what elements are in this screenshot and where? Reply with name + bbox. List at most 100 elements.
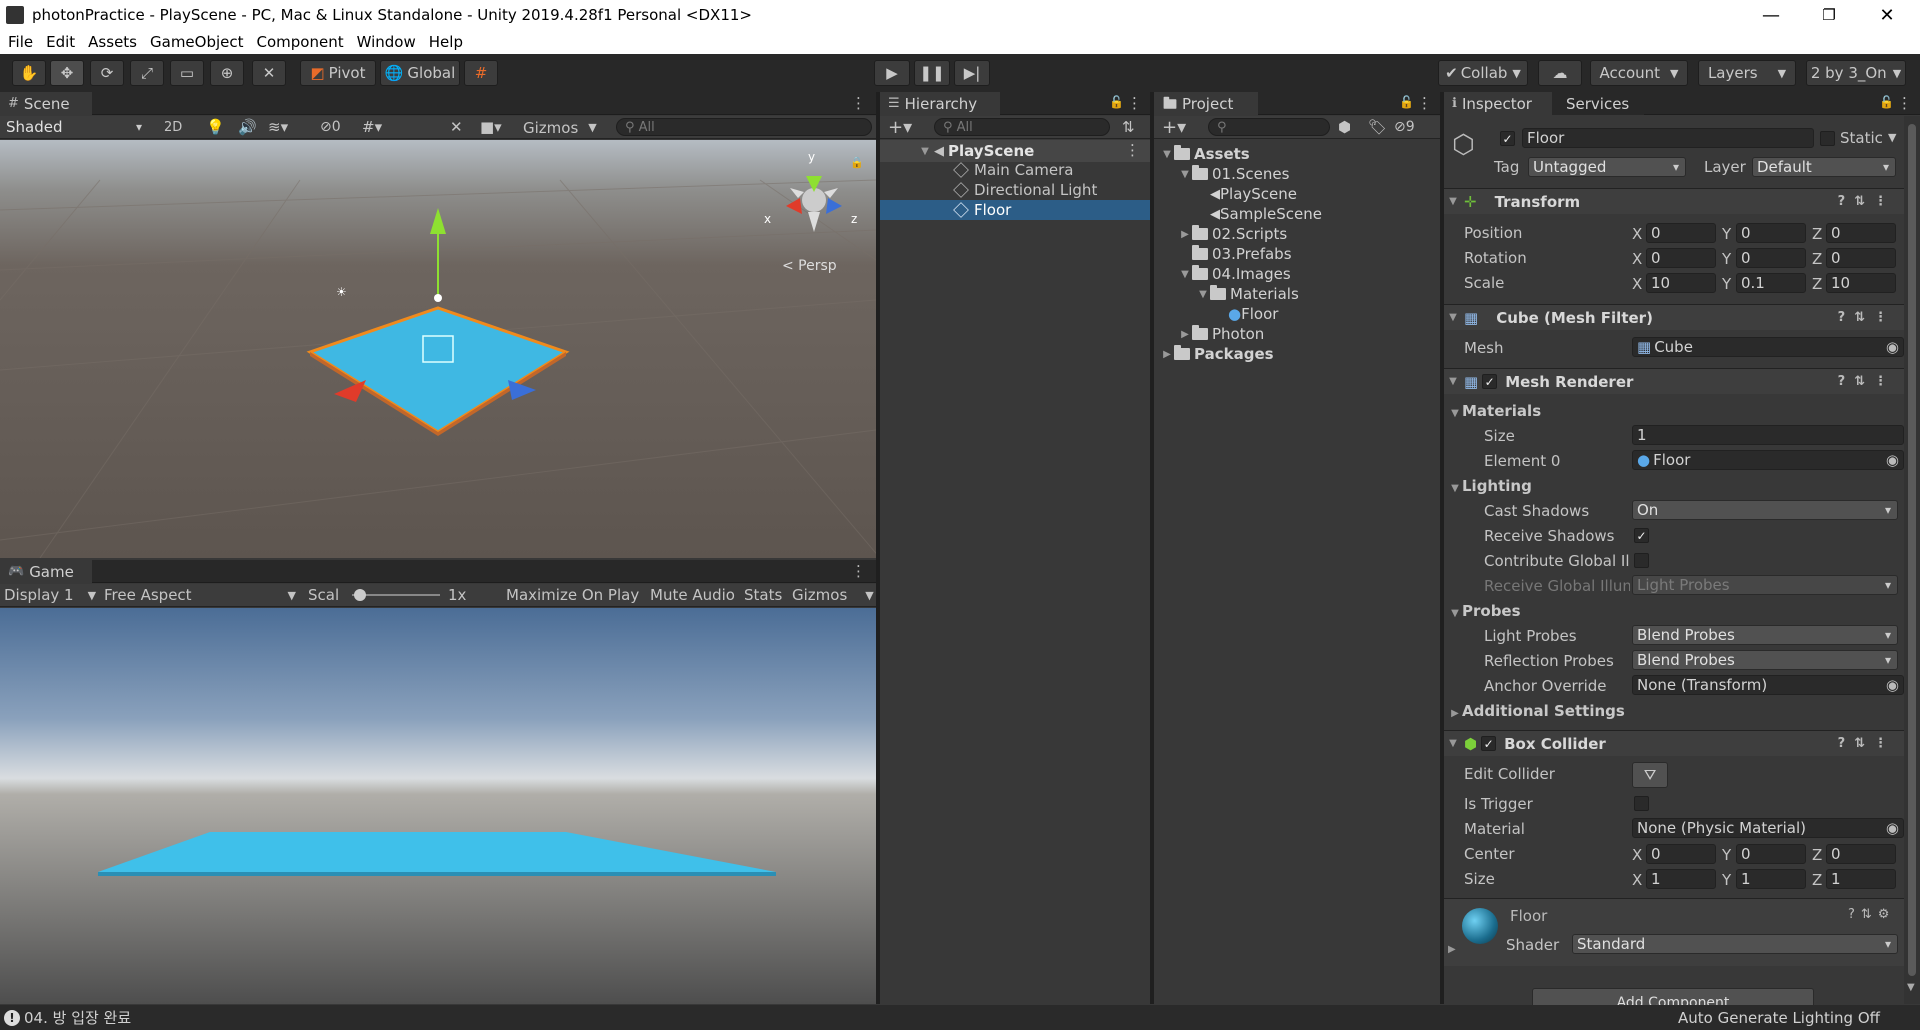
tab-services[interactable]: Services — [1552, 92, 1644, 115]
mesh-renderer-header[interactable]: ▼ ▦ ✓ Mesh Renderer ?⇅⋮ — [1444, 368, 1904, 394]
edit-collider-button[interactable]: ⛛ — [1632, 762, 1668, 788]
object-picker-icon[interactable]: ◉ — [1886, 338, 1899, 356]
mode-2d-toggle[interactable]: 2D — [164, 120, 182, 135]
object-name-field[interactable]: Floor — [1522, 128, 1814, 148]
auto-lighting-status[interactable]: Auto Generate Lighting Off — [1678, 1009, 1880, 1027]
display-dropdown[interactable]: Display 1 ▼ — [4, 586, 98, 604]
project-item[interactable]: ▼ Assets — [1160, 144, 1250, 164]
transform-tool-button[interactable]: ⊕ — [210, 60, 244, 86]
expand-arrow-icon[interactable]: ▼ — [1196, 289, 1210, 300]
tab-scene[interactable]: # Scene — [0, 92, 92, 115]
lock-icon[interactable]: 🔒 — [850, 156, 864, 169]
kebab-menu-icon[interactable]: ⋮ — [851, 562, 866, 580]
grid-toggle-icon[interactable]: #▾ — [362, 118, 382, 136]
menu-edit[interactable]: Edit — [46, 33, 75, 51]
hidden-objects-icon[interactable]: ⊘0 — [320, 119, 341, 135]
position-x-field[interactable]: 0 — [1646, 223, 1716, 243]
aspect-dropdown[interactable]: Free Aspect ▼ — [104, 586, 298, 604]
game-gizmos-dropdown[interactable]: Gizmos ▼ — [792, 586, 876, 604]
size-x-field[interactable]: 1 — [1646, 869, 1716, 889]
shading-dropdown[interactable]: Shaded — [2, 117, 148, 137]
status-message[interactable]: 04. 방 입장 완료 — [24, 1007, 131, 1028]
box-collider-header[interactable]: ▼ ⬢ ✓ Box Collider ?⇅⋮ — [1444, 730, 1904, 756]
object-picker-icon[interactable]: ◉ — [1886, 676, 1899, 694]
chevron-down-icon[interactable]: ▼ — [1888, 131, 1896, 144]
material-preview-sphere[interactable] — [1462, 908, 1498, 944]
position-z-field[interactable]: 0 — [1826, 223, 1896, 243]
menu-window[interactable]: Window — [357, 33, 416, 51]
collapsed-arrow-icon[interactable]: ▶ — [1448, 944, 1456, 955]
rotate-tool-button[interactable]: ⟳ — [90, 60, 124, 86]
element0-field[interactable]: ● Floor ◉ — [1632, 450, 1904, 470]
center-x-field[interactable]: 0 — [1646, 844, 1716, 864]
menu-gameobject[interactable]: GameObject — [150, 33, 244, 51]
project-item[interactable]: 03.Prefabs — [1178, 244, 1292, 264]
material-menu-icons[interactable]: ?⇅⚙ — [1848, 907, 1895, 922]
hierarchy-item-selected[interactable]: Floor — [880, 200, 1150, 220]
scene-viewport[interactable]: ☀ x z y < Persp 🔒 — [0, 140, 876, 558]
rotation-y-field[interactable]: 0 — [1736, 248, 1806, 268]
scale-slider-thumb[interactable] — [354, 589, 366, 601]
mute-audio-toggle[interactable]: Mute Audio — [650, 586, 735, 604]
scene-search-input[interactable]: ⚲ All — [616, 118, 872, 136]
pause-button[interactable]: ❚❚ — [914, 60, 950, 86]
create-plus-icon[interactable]: +▾ — [888, 117, 912, 138]
maximize-on-play-toggle[interactable]: Maximize On Play — [506, 586, 639, 604]
close-button[interactable]: ✕ — [1858, 0, 1916, 30]
kebab-menu-icon[interactable]: ⋮ — [1417, 94, 1432, 112]
scene-row[interactable]: ▼ ◀ PlayScene ⋮ — [880, 140, 1150, 162]
component-menu-icons[interactable]: ?⇅⋮ — [1838, 736, 1896, 751]
size-z-field[interactable]: 1 — [1826, 869, 1896, 889]
tab-hierarchy[interactable]: ☰ Hierarchy — [880, 92, 1000, 115]
hierarchy-item[interactable]: Directional Light — [880, 180, 1150, 200]
cast-shadows-dropdown[interactable]: On — [1632, 500, 1898, 520]
rotation-x-field[interactable]: 0 — [1646, 248, 1716, 268]
rect-tool-button[interactable]: ▭ — [170, 60, 204, 86]
hidden-packages-icon[interactable]: ⊘9 — [1394, 119, 1415, 135]
play-button[interactable]: ▶ — [874, 60, 910, 86]
box-collider-enabled-checkbox[interactable]: ✓ — [1481, 736, 1497, 751]
minimize-button[interactable]: — — [1742, 0, 1800, 30]
materials-size-field[interactable]: 1 — [1632, 425, 1904, 445]
shader-dropdown[interactable]: Standard — [1572, 934, 1898, 954]
kebab-menu-icon[interactable]: ⋮ — [1897, 94, 1912, 112]
project-item[interactable]: ▶ Photon — [1178, 324, 1264, 344]
transform-header[interactable]: ▼ ✛ Transform ?⇅⋮ — [1444, 188, 1904, 214]
filter-label-icon[interactable]: 🏷 — [1368, 118, 1387, 136]
probes-foldout[interactable]: ▼ Probes — [1448, 602, 1520, 620]
expand-arrow-icon[interactable]: ▼ — [1178, 269, 1192, 280]
inspector-scrollbar[interactable]: ▼ — [1904, 116, 1920, 1004]
collapsed-arrow-icon[interactable]: ▶ — [1178, 329, 1192, 340]
stats-toggle[interactable]: Stats — [744, 586, 782, 604]
scale-x-field[interactable]: 10 — [1646, 273, 1716, 293]
maximize-button[interactable]: ❐ — [1800, 0, 1858, 30]
scroll-down-icon[interactable]: ▼ — [1907, 982, 1915, 993]
kebab-menu-icon[interactable]: ⋮ — [851, 94, 866, 112]
active-checkbox[interactable]: ✓ — [1500, 131, 1515, 146]
filter-type-icon[interactable]: ⬢ — [1338, 118, 1351, 136]
materials-foldout[interactable]: ▼ Materials — [1448, 402, 1541, 420]
object-picker-icon[interactable]: ◉ — [1886, 819, 1899, 837]
tab-inspector[interactable]: ℹ Inspector — [1444, 92, 1552, 115]
global-toggle[interactable]: 🌐 Global — [380, 60, 460, 86]
lighting-foldout[interactable]: ▼ Lighting — [1448, 477, 1532, 495]
scale-y-field[interactable]: 0.1 — [1736, 273, 1806, 293]
tab-project[interactable]: Project — [1154, 92, 1258, 115]
center-y-field[interactable]: 0 — [1736, 844, 1806, 864]
additional-settings-foldout[interactable]: ▶ Additional Settings — [1448, 702, 1625, 720]
component-menu-icons[interactable]: ?⇅⋮ — [1838, 310, 1896, 325]
component-menu-icons[interactable]: ?⇅⋮ — [1838, 194, 1896, 209]
physic-material-field[interactable]: None (Physic Material) ◉ — [1632, 818, 1904, 838]
project-item[interactable]: ▶ 02.Scripts — [1178, 224, 1287, 244]
reflection-probes-dropdown[interactable]: Blend Probes — [1632, 650, 1898, 670]
perspective-label[interactable]: < Persp — [782, 258, 837, 274]
collapsed-arrow-icon[interactable]: ▶ — [1160, 349, 1174, 360]
object-picker-icon[interactable]: ◉ — [1886, 451, 1899, 469]
tab-game[interactable]: 🎮 Game — [0, 560, 92, 583]
project-item[interactable]: ▼ 04.Images — [1178, 264, 1291, 284]
scrollbar-thumb[interactable] — [1908, 124, 1916, 976]
camera-dropdown-icon[interactable]: ■▾ — [480, 118, 502, 136]
game-viewport[interactable] — [0, 608, 876, 1004]
project-search-input[interactable]: ⚲ — [1208, 118, 1330, 136]
step-button[interactable]: ▶| — [954, 60, 990, 86]
